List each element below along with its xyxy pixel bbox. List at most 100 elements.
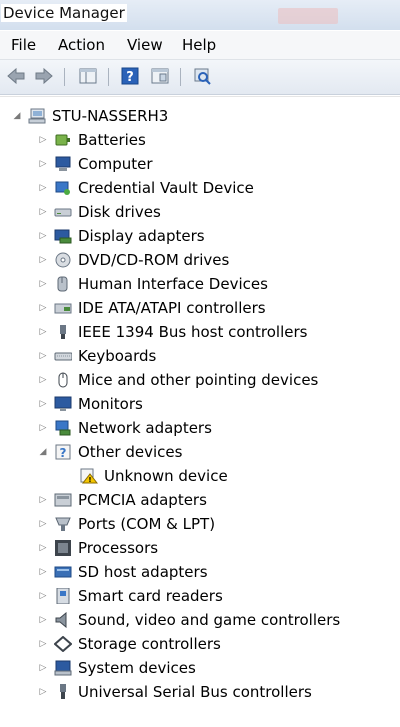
- title-bar: Device Manager: [0, 0, 400, 30]
- tree-item-label: Human Interface Devices: [78, 275, 268, 293]
- network-adapter-icon: [54, 420, 72, 436]
- tree-item-ports[interactable]: ▷ Ports (COM & LPT): [38, 513, 216, 535]
- expand-arrow-icon[interactable]: ▷: [38, 207, 48, 217]
- tree-item-dvd-drives[interactable]: ▷ DVD/CD-ROM drives: [38, 249, 230, 271]
- keyboard-icon: [54, 348, 73, 364]
- expand-arrow-icon[interactable]: ▷: [38, 375, 48, 385]
- processor-icon: [54, 540, 72, 556]
- expand-arrow-icon[interactable]: ▷: [38, 567, 48, 577]
- menu-file[interactable]: File: [11, 36, 36, 54]
- toolbar-separator: [180, 68, 181, 86]
- tree-item-smart-card[interactable]: ▷ Smart card readers: [38, 585, 223, 607]
- expand-arrow-icon[interactable]: ▷: [38, 663, 48, 673]
- tree-item-label: Network adapters: [78, 419, 212, 437]
- ieee1394-icon: [54, 324, 72, 340]
- tree-item-other-devices[interactable]: ◢ ? Other devices: [38, 441, 183, 463]
- tree-item-processors[interactable]: ▷ Processors: [38, 537, 159, 559]
- tree-item-sound[interactable]: ▷ Sound, video and game controllers: [38, 609, 341, 631]
- tree-item-label: Disk drives: [78, 203, 161, 221]
- tree-item-label: DVD/CD-ROM drives: [78, 251, 230, 269]
- tree-item-pcmcia[interactable]: ▷ PCMCIA adapters: [38, 489, 207, 511]
- scan-hardware-icon[interactable]: [192, 66, 212, 86]
- expand-arrow-icon[interactable]: ▷: [38, 327, 48, 337]
- show-hide-tree-icon[interactable]: [78, 66, 98, 86]
- tree-item-computer[interactable]: ▷ Computer: [38, 153, 153, 175]
- expand-arrow-icon[interactable]: ▷: [38, 399, 48, 409]
- tree-item-network[interactable]: ▷ Network adapters: [38, 417, 212, 439]
- sd-host-icon: [54, 564, 72, 580]
- computer-icon: [54, 156, 72, 172]
- collapse-arrow-icon[interactable]: ◢: [12, 111, 22, 121]
- storage-controller-icon: [53, 635, 73, 653]
- forward-arrow-icon[interactable]: [34, 66, 54, 86]
- battery-icon: [54, 132, 72, 148]
- menu-view[interactable]: View: [127, 36, 163, 54]
- tree-root[interactable]: ◢ STU-NASSERH3: [12, 105, 169, 127]
- ide-controller-icon: [54, 300, 72, 316]
- tree-item-label: Mice and other pointing devices: [78, 371, 319, 389]
- tree-item-label: Batteries: [78, 131, 146, 149]
- dvd-drive-icon: [54, 252, 72, 268]
- root-label: STU-NASSERH3: [52, 107, 169, 125]
- computer-root-icon: [28, 108, 46, 124]
- expand-arrow-icon[interactable]: ▷: [38, 135, 48, 145]
- tree-item-batteries[interactable]: ▷ Batteries: [38, 129, 146, 151]
- menu-help[interactable]: Help: [182, 36, 216, 54]
- tree-item-display-adapters[interactable]: ▷ Display adapters: [38, 225, 205, 247]
- expand-arrow-icon[interactable]: ▷: [38, 183, 48, 193]
- expand-arrow-icon[interactable]: ▷: [38, 639, 48, 649]
- expand-arrow-icon[interactable]: ▷: [38, 303, 48, 313]
- menu-action[interactable]: Action: [58, 36, 105, 54]
- expand-arrow-icon[interactable]: ▷: [38, 615, 48, 625]
- tree-item-label: Display adapters: [78, 227, 205, 245]
- tree-item-mice[interactable]: ▷ Mice and other pointing devices: [38, 369, 319, 391]
- sound-icon: [54, 611, 72, 629]
- expand-arrow-icon[interactable]: ▷: [38, 495, 48, 505]
- expand-arrow-icon[interactable]: ▷: [38, 519, 48, 529]
- expand-arrow-icon[interactable]: ▷: [38, 591, 48, 601]
- tree-item-monitors[interactable]: ▷ Monitors: [38, 393, 143, 415]
- tree-item-label: Unknown device: [104, 467, 228, 485]
- display-adapter-icon: [54, 228, 72, 244]
- toolbar-separator: [108, 68, 109, 86]
- monitor-icon: [54, 396, 72, 412]
- svg-text:?: ?: [126, 70, 134, 85]
- svg-text:!: !: [88, 476, 91, 484]
- tree-item-unknown-device[interactable]: ! Unknown device: [64, 465, 228, 487]
- expand-arrow-icon[interactable]: ▷: [38, 351, 48, 361]
- tree-item-label: Monitors: [78, 395, 143, 413]
- tree-item-label: Keyboards: [78, 347, 157, 365]
- expand-arrow-icon[interactable]: ▷: [38, 159, 48, 169]
- tree-item-hid[interactable]: ▷ Human Interface Devices: [38, 273, 268, 295]
- tree-item-keyboards[interactable]: ▷ Keyboards: [38, 345, 157, 367]
- tree-item-label: Computer: [78, 155, 153, 173]
- tree-item-label: System devices: [78, 659, 196, 677]
- disk-drive-icon: [54, 204, 72, 220]
- tree-item-label: Credential Vault Device: [78, 179, 254, 197]
- tree-item-ieee1394[interactable]: ▷ IEEE 1394 Bus host controllers: [38, 321, 308, 343]
- expand-arrow-icon[interactable]: ▷: [38, 231, 48, 241]
- window-title: Device Manager: [1, 4, 127, 22]
- tree-item-system[interactable]: ▷ System devices: [38, 657, 196, 679]
- tree-item-label: Other devices: [78, 443, 183, 461]
- tree-item-sd-host[interactable]: ▷ SD host adapters: [38, 561, 208, 583]
- hid-icon: [54, 276, 72, 292]
- tree-item-credential-vault[interactable]: ▷ Credential Vault Device: [38, 177, 254, 199]
- tree-item-usb[interactable]: ▷ Universal Serial Bus controllers: [38, 681, 312, 703]
- tree-item-label: Sound, video and game controllers: [78, 611, 341, 629]
- toolbar: ?: [0, 60, 400, 95]
- collapse-arrow-icon[interactable]: ◢: [38, 447, 48, 457]
- expand-arrow-icon[interactable]: ▷: [38, 687, 48, 697]
- help-icon[interactable]: ?: [120, 66, 140, 86]
- back-arrow-icon[interactable]: [6, 66, 26, 86]
- title-bar-controls[interactable]: [278, 8, 338, 24]
- expand-arrow-icon[interactable]: ▷: [38, 543, 48, 553]
- tree-item-storage[interactable]: ▷ Storage controllers: [38, 633, 221, 655]
- menu-bar: File Action View Help: [0, 31, 400, 60]
- tree-item-ide[interactable]: ▷ IDE ATA/ATAPI controllers: [38, 297, 266, 319]
- expand-arrow-icon[interactable]: ▷: [38, 279, 48, 289]
- expand-arrow-icon[interactable]: ▷: [38, 423, 48, 433]
- expand-arrow-icon[interactable]: ▷: [38, 255, 48, 265]
- tree-item-disk-drives[interactable]: ▷ Disk drives: [38, 201, 161, 223]
- properties-icon[interactable]: [150, 66, 170, 86]
